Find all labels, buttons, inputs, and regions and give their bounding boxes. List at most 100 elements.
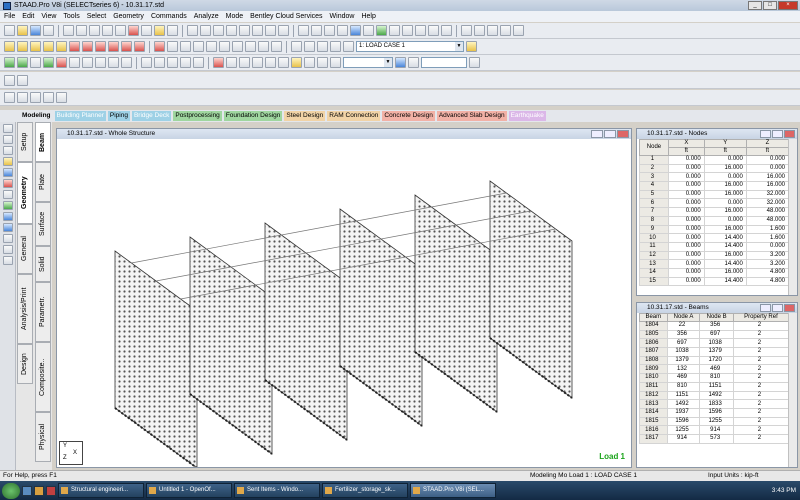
rotate-icon[interactable] [187,25,198,36]
table-cell[interactable]: 697 [699,329,734,340]
copy-icon[interactable] [76,25,87,36]
spec-icon[interactable] [513,25,524,36]
tab-foundation-design[interactable]: Foundation Design [223,111,283,121]
taskbar-item-active[interactable]: STAAD.Pro V8i (SEL... [410,483,496,498]
table-cell[interactable]: 9 [639,224,669,235]
view-pan-icon[interactable] [278,25,289,36]
node-icon[interactable] [461,25,472,36]
table-cell[interactable]: 0.000 [667,198,705,209]
table-cell[interactable]: 0.000 [745,155,790,165]
table-cell[interactable]: 2 [732,355,790,366]
yellow-tool-icon[interactable] [3,157,13,166]
table-cell[interactable]: 0.000 [667,155,705,165]
cursor-solids-icon[interactable] [43,41,54,52]
table-cell[interactable]: 16.000 [703,189,747,200]
filter-dropdown[interactable]: ▼ [343,57,393,68]
side-tab-beam[interactable]: Beam [35,122,51,162]
intersect-icon[interactable] [154,57,165,68]
beam-material-icon[interactable] [317,57,328,68]
table-row[interactable]: 1814 1937 1596 2 [639,407,790,418]
beams-minimize-button[interactable] [760,304,771,312]
table-row[interactable]: 1 0.000 0.000 0.000 [639,155,790,165]
table-cell[interactable]: 0.000 [667,241,705,252]
taskbar-item[interactable]: Untitled 1 - OpenOf... [146,483,232,498]
table-cell[interactable]: 7 [639,207,669,217]
structure-wizard-icon[interactable] [154,25,165,36]
labels-icon[interactable] [317,41,328,52]
table-row[interactable]: 1806 697 1038 2 [639,338,790,349]
menu-tools[interactable]: Tools [63,13,79,20]
tab-bridge-deck[interactable]: Bridge Deck [131,111,172,121]
table-cell[interactable]: 48.000 [745,207,790,217]
symbols-icon[interactable] [343,41,354,52]
cut-icon[interactable] [63,25,74,36]
table-cell[interactable]: 1151 [666,390,701,401]
member-tool-icon[interactable] [3,245,13,254]
load-case-selector[interactable]: 1: LOAD CASE 1 ▼ [356,41,464,52]
merge-icon[interactable] [167,57,178,68]
renumber-icon[interactable] [180,57,191,68]
beam-icon[interactable] [415,25,426,36]
tab-building-planner[interactable]: Building Planner [54,111,106,121]
table-cell[interactable]: 4.800 [745,267,790,278]
plate-wall[interactable] [339,208,423,427]
display-camera-icon[interactable] [56,92,67,103]
view-iso-icon[interactable] [239,25,250,36]
table-cell[interactable]: 0.000 [667,189,705,200]
table-cell[interactable]: 2 [732,321,790,331]
table-cell[interactable]: 14.400 [703,233,747,243]
load-diagram-icon[interactable] [304,41,315,52]
taskbar-item[interactable]: Sent Items - Windo... [234,483,320,498]
beam-spec-icon[interactable] [226,57,237,68]
cursor-surfaces-icon[interactable] [56,41,67,52]
section-icon[interactable] [363,25,374,36]
side-tab-design[interactable]: Design [17,344,33,384]
table-cell[interactable]: 4.800 [745,276,790,287]
table-row[interactable]: 1807 1038 1379 2 [639,347,790,357]
table-cell[interactable]: 0.000 [703,198,747,209]
beams-header-node-a[interactable]: Node A [666,313,701,322]
table-cell[interactable]: 2 [732,425,790,435]
contour-icon[interactable] [408,57,419,68]
table-cell[interactable]: 0.000 [703,215,747,226]
display-icon[interactable] [324,25,335,36]
table-cell[interactable]: 0.000 [667,250,705,261]
table-cell[interactable]: 6 [639,198,669,209]
window-icon[interactable] [298,25,309,36]
report-icon[interactable] [350,25,361,36]
table-cell[interactable]: 0.000 [667,259,705,269]
table-row[interactable]: 1810 469 810 2 [639,373,790,383]
table-cell[interactable]: 16.000 [703,267,747,278]
table-cell[interactable]: 1038 [666,347,701,357]
table-cell[interactable]: 2 [732,329,790,340]
table-cell[interactable]: 1814 [639,407,668,418]
beam-releases-icon[interactable] [213,57,224,68]
view-front-icon[interactable] [200,25,211,36]
table-cell[interactable]: 32.000 [745,189,790,200]
table-cell[interactable]: 356 [666,329,701,340]
section-i-icon[interactable] [487,25,498,36]
table-cell[interactable]: 1808 [639,355,668,366]
table-cell[interactable]: 0.000 [667,276,705,287]
plate-wall[interactable] [114,250,198,469]
table-cell[interactable]: 1809 [639,364,668,375]
view-side-icon[interactable] [213,25,224,36]
table-cell[interactable]: 48.000 [745,215,790,226]
table-cell[interactable]: 1 [639,155,669,165]
menu-commands[interactable]: Commands [151,13,187,20]
magnify-icon[interactable] [245,41,256,52]
node-list-icon[interactable] [4,74,15,86]
viewport-close-button[interactable] [617,130,629,138]
grid-icon[interactable] [193,57,204,68]
nodes-maximize-button[interactable] [772,130,783,138]
beams-table-scrollbar[interactable] [788,313,797,467]
plate-wall[interactable] [189,236,273,455]
side-tab-general[interactable]: General [17,224,33,274]
cursor-loads-icon[interactable] [121,41,132,52]
quicklaunch-explorer-icon[interactable] [22,485,32,496]
beam-property-icon[interactable] [291,57,302,68]
beams-header-beam[interactable]: Beam [639,313,668,322]
zoom-previous-icon[interactable] [206,41,217,52]
table-cell[interactable]: 1151 [699,381,734,392]
solid-icon[interactable] [441,25,452,36]
